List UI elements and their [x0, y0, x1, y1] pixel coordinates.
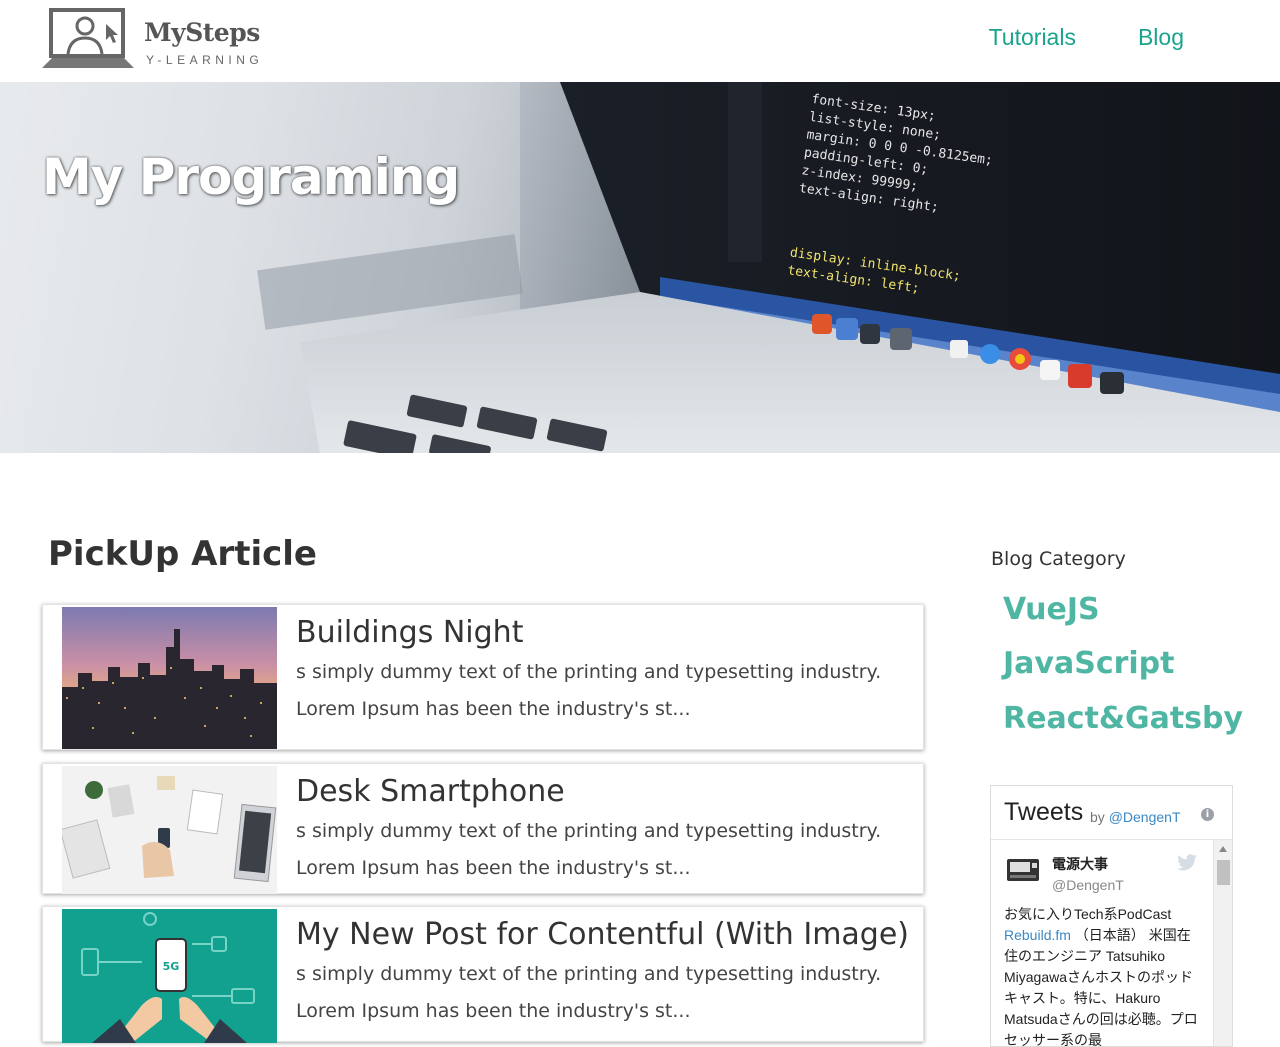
hero-banner: font-size: 13px; list-style: none; margi…	[0, 82, 1280, 453]
tweets-by-prefix: by	[1090, 809, 1109, 825]
site-logo[interactable]: MySteps Y-LEARNING	[40, 8, 280, 72]
article-excerpt: Lorem Ipsum has been the industry's st..…	[296, 1000, 691, 1022]
tweets-header: Tweets by @DengenT i	[991, 786, 1232, 840]
article-excerpt: Lorem Ipsum has been the industry's st..…	[296, 698, 691, 720]
article-card[interactable]: 5G My New Post for Contentful (With Imag…	[42, 906, 924, 1043]
tweet-text: お気に入りTech系PodCast Rebuild.fm （日本語） 米国在住の…	[1004, 904, 1200, 1047]
laptop-user-icon	[42, 8, 134, 68]
info-icon[interactable]: i	[1201, 808, 1214, 821]
twitter-timeline-widget: Tweets by @DengenT i 電源大事 @DengenT お気に入り…	[990, 785, 1233, 1047]
section-title-pickup: PickUp Article	[48, 534, 317, 574]
article-thumbnail-5g: 5G	[62, 909, 277, 1043]
tweets-title: Tweets	[1004, 798, 1084, 826]
category-vuejs[interactable]: VueJS	[1003, 592, 1100, 627]
twitter-bird-icon[interactable]	[1176, 854, 1198, 872]
scroll-up-arrow-icon[interactable]	[1219, 846, 1227, 852]
main-nav: Tutorials Blog	[989, 24, 1184, 51]
hero-title: My Programing	[42, 148, 460, 206]
tweets-byline: by @DengenT	[1090, 809, 1181, 825]
thumb-5g-badge: 5G	[163, 960, 180, 973]
article-thumbnail-city	[62, 607, 277, 749]
logo-subtitle: Y-LEARNING	[146, 53, 264, 67]
article-title[interactable]: My New Post for Contentful (With Image)	[296, 917, 909, 952]
tweet-text-part: （日本語） 米国在住のエンジニア Tatsuhiko Miyagawaさんホスト…	[1004, 927, 1198, 1047]
tweet-author-handle[interactable]: @DengenT	[1052, 877, 1124, 893]
hero-laptop-image: font-size: 13px; list-style: none; margi…	[0, 82, 1280, 453]
article-title[interactable]: Buildings Night	[296, 615, 523, 650]
article-excerpt: s simply dummy text of the printing and …	[296, 963, 882, 985]
article-thumbnail-desk	[62, 766, 277, 894]
category-react-gatsby[interactable]: React&Gatsby	[1003, 701, 1243, 736]
sidebar-title: Blog Category	[991, 548, 1126, 570]
article-excerpt: s simply dummy text of the printing and …	[296, 820, 882, 842]
article-excerpt: Lorem Ipsum has been the industry's st..…	[296, 857, 691, 879]
site-header: MySteps Y-LEARNING Tutorials Blog	[0, 0, 1280, 82]
tweet-text-part: お気に入りTech系PodCast	[1004, 906, 1172, 922]
scrollbar-thumb[interactable]	[1217, 860, 1230, 885]
tweet-link[interactable]: Rebuild.fm	[1004, 927, 1071, 943]
nav-blog[interactable]: Blog	[1138, 24, 1184, 51]
nav-tutorials[interactable]: Tutorials	[989, 24, 1076, 51]
article-excerpt: s simply dummy text of the printing and …	[296, 661, 882, 683]
logo-title: MySteps	[144, 18, 260, 47]
tweet-author-name[interactable]: 電源大事	[1052, 854, 1108, 874]
article-title[interactable]: Desk Smartphone	[296, 774, 565, 809]
tweets-by-handle[interactable]: @DengenT	[1109, 809, 1181, 825]
article-card[interactable]: Desk Smartphone s simply dummy text of t…	[42, 763, 924, 894]
article-card[interactable]: Buildings Night s simply dummy text of t…	[42, 604, 924, 750]
category-javascript[interactable]: JavaScript	[1003, 646, 1175, 681]
tweet-avatar[interactable]	[1006, 856, 1040, 884]
tweets-scrollbar[interactable]	[1213, 840, 1232, 1046]
